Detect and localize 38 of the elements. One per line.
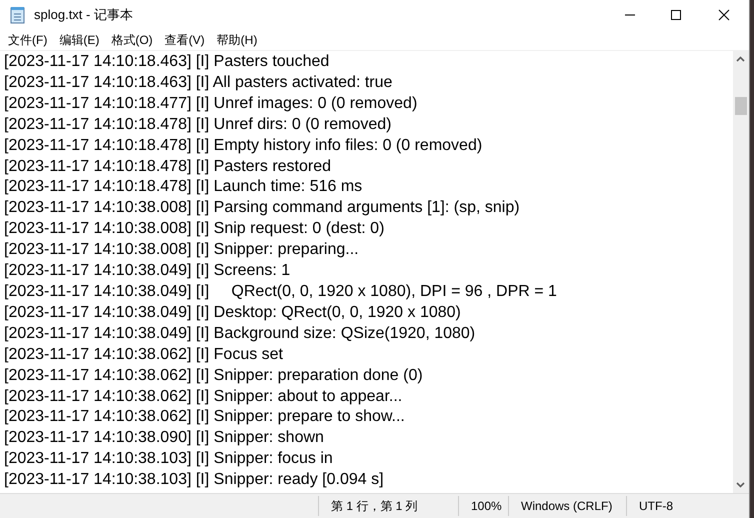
log-line: [2023-11-17 14:10:38.008] [I] Parsing command arguments [1]: (sp, snip) [4, 198, 521, 218]
log-line: [2023-11-17 14:10:38.062] [I] Snipper: about to appear... [4, 386, 404, 406]
scroll-up-icon[interactable] [736, 56, 745, 62]
menu-item[interactable]: 帮助(H) [210, 30, 264, 50]
log-line: [2023-11-17 14:10:38.103] [I] Snipper: focus in [4, 449, 334, 470]
log-line: [2023-11-17 14:10:38.008] [I] Snip request: 0 (dest: 0) [4, 219, 386, 240]
log-line: [2023-11-17 14:10:38.090] [I] Snipper: shown [4, 428, 325, 448]
log-line: [2023-11-17 14:10:38.062] [I] Snipper: preparation done (0) [4, 366, 424, 386]
log-line: [2023-11-17 14:10:38.008] [I] Snipper: preparing... [4, 240, 360, 260]
maximize-icon [670, 9, 682, 21]
log-line: [2023-11-17 14:10:38.062] [I] Snipper: prepare to show... [4, 407, 406, 428]
vertical-scrollbar[interactable] [733, 51, 749, 493]
status-text: 第 1 行，第 1 列 [318, 496, 458, 516]
menu-item[interactable]: 编辑(E) [53, 30, 106, 50]
log-line: [2023-11-17 14:10:38.049] [I] Background size: QSize(1920, 1080) [4, 324, 476, 344]
menu-item[interactable]: 文件(F) [2, 30, 54, 50]
close-icon [718, 9, 730, 21]
log-line: [2023-11-17 14:10:38.062] [I] Focus set [4, 344, 284, 365]
log-line: [2023-11-17 14:10:18.477] [I] Unref images: 0 (0 removed) [4, 94, 418, 114]
status-text: Windows (CRLF) [508, 496, 626, 516]
log-line: [2023-11-17 14:10:38.049] [I] Desktop: QRect(0, 0, 1920 x 1080) [4, 302, 462, 323]
status-text: 100% [458, 496, 508, 516]
log-line: [2023-11-17 14:10:38.049] [I] QRect(0, 0, 1920 x 1080), DPI = 96 , DPR = 1 [4, 282, 558, 302]
log-line: [2023-11-17 14:10:18.478] [I] Launch time: 516 ms [4, 177, 364, 198]
notepad-icon [10, 6, 26, 24]
log-line: [2023-11-17 14:10:18.463] [I] Pasters touched [4, 52, 330, 72]
window-title: splog.txt - 记事本 [34, 6, 133, 24]
status-text: UTF-8 [626, 496, 749, 516]
scrollbar-thumb[interactable] [735, 97, 747, 115]
log-line: [2023-11-17 14:10:38.103] [I] Snipper: ready [0.094 s] [4, 470, 385, 490]
menu-item[interactable]: 格式(O) [105, 30, 159, 50]
log-line: [2023-11-17 14:10:18.478] [I] Pasters restored [4, 156, 332, 177]
log-line: [2023-11-17 14:10:38.049] [I] Screens: 1 [4, 261, 292, 282]
scroll-down-icon[interactable] [736, 482, 745, 488]
log-line: [2023-11-17 14:10:18.478] [I] Empty history info files: 0 (0 removed) [4, 136, 484, 156]
log-line: [2023-11-17 14:10:18.478] [I] Unref dirs: 0 (0 removed) [4, 114, 392, 135]
menu-item[interactable]: 查看(V) [158, 30, 211, 50]
log-line: [2023-11-17 14:10:18.463] [I] All pasters activated: true [4, 72, 394, 93]
